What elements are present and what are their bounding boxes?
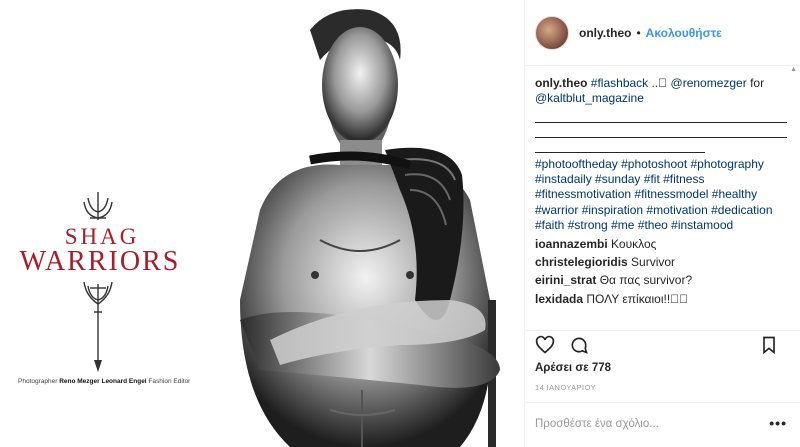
comments-list[interactable]: only.theo #flashback ..⃞ @renomezger for… <box>535 76 787 328</box>
magazine-title-line2: WARRIORS <box>19 246 181 277</box>
hashtag-link[interactable]: #fitnessmodel <box>634 187 708 201</box>
hashtag-link[interactable]: #fitnessmotivation <box>535 187 631 201</box>
hashtag-link[interactable]: #sunday <box>595 172 640 186</box>
hashtag-link[interactable]: #instadaily <box>535 172 592 186</box>
hashtag-link[interactable]: #fit <box>644 172 660 186</box>
hashtag-link[interactable]: #warrior <box>535 203 578 217</box>
hashtag-flashback[interactable]: #flashback <box>591 76 648 90</box>
header-separator: • <box>636 25 641 40</box>
mention-renomezger[interactable]: @renomezger <box>671 76 747 90</box>
instagram-post: SHAG WARRIORS Photographer Reno Mezger L… <box>0 0 800 447</box>
comment-row: ioannazembi Κουκλος <box>535 237 787 252</box>
comment-row: eirini_strat Θα πας survivor? <box>535 273 787 288</box>
caption-username[interactable]: only.theo <box>535 76 587 90</box>
post-date: 14 ΙΑΝΟΥΑΡΙΟΥ <box>535 383 596 392</box>
credit-name-photographer: Reno Mezger <box>59 378 100 385</box>
post-side-panel: only.theo • Ακολουθήστε only.theo #flash… <box>524 0 800 447</box>
comment-username[interactable]: lexidada <box>535 292 583 306</box>
divider-line <box>535 138 705 153</box>
more-options-button[interactable]: ••• <box>769 415 787 431</box>
post-caption: only.theo #flashback ..⃞ @renomezger for… <box>535 76 787 233</box>
hashtag-link[interactable]: #photography <box>691 157 764 171</box>
header-username[interactable]: only.theo <box>579 26 631 40</box>
hashtag-link[interactable]: #healthy <box>712 187 757 201</box>
avatar[interactable] <box>535 15 569 50</box>
comment-text: Κουκλος <box>611 236 657 251</box>
comment-text: ΠΟΛΥ επίκαιοι!!⃞⃞ <box>586 291 689 306</box>
hashtag-link[interactable]: #me <box>611 218 634 232</box>
hashtag-link[interactable]: #faith <box>535 218 564 232</box>
bookmark-icon[interactable] <box>759 335 779 355</box>
caption-text-for: for <box>746 76 765 90</box>
hashtag-link[interactable]: #instamood <box>671 218 733 232</box>
comment-rows: ioannazembi Κουκλος christelegioridis Sur… <box>535 237 787 307</box>
comment-text: Θα πας survivor? <box>599 273 693 288</box>
credit-name-editor: Leonard Engel <box>101 378 147 385</box>
warrior-emblem-icon <box>83 192 113 372</box>
post-photo[interactable]: SHAG WARRIORS Photographer Reno Mezger L… <box>0 0 524 447</box>
hashtag-link[interactable]: #photooftheday <box>535 157 618 171</box>
comment-text: Survivor <box>631 255 676 270</box>
hashtag-link[interactable]: #fitness <box>663 172 704 186</box>
mention-kaltblut[interactable]: @kaltblut_magazine <box>535 91 644 105</box>
like-count[interactable]: Αρέσει σε 778 <box>535 362 611 374</box>
follow-button[interactable]: Ακολουθήστε <box>646 26 722 40</box>
hashtag-link[interactable]: #strong <box>568 218 608 232</box>
comment-input[interactable] <box>535 415 755 433</box>
caption-text: ..⃞ <box>648 76 671 90</box>
hashtag-list: #photooftheday #photoshoot #photography … <box>535 157 773 232</box>
divider-line <box>535 107 787 123</box>
comment-username[interactable]: christelegioridis <box>535 255 628 269</box>
hashtag-link[interactable]: #theo <box>638 218 668 232</box>
comment-row: lexidada ΠΟΛΥ επίκαιοι!!⃞⃞ <box>535 292 787 307</box>
comment-row: christelegioridis Survivor <box>535 255 787 270</box>
divider-line <box>535 123 787 138</box>
hashtag-link[interactable]: #dedication <box>711 203 772 217</box>
comment-icon[interactable] <box>569 335 589 355</box>
action-bar <box>525 330 800 358</box>
hashtag-link[interactable]: #inspiration <box>582 203 643 217</box>
heart-icon[interactable] <box>535 335 555 355</box>
credit-label-photographer: Photographer <box>18 378 58 385</box>
hashtag-link[interactable]: #motivation <box>646 203 707 217</box>
comment-username[interactable]: eirini_strat <box>535 273 596 287</box>
caption-divider <box>535 107 787 153</box>
scroll-up-arrow-icon[interactable]: ▲ <box>790 66 797 73</box>
hashtag-link[interactable]: #photoshoot <box>621 157 687 171</box>
credit-label-editor: Fashion Editor <box>148 378 191 385</box>
model-figure-image <box>240 9 500 447</box>
add-comment-bar: ••• <box>525 402 800 447</box>
photo-credit: Photographer Reno Mezger Leonard Engel F… <box>18 378 218 385</box>
post-header: only.theo • Ακολουθήστε <box>525 0 800 66</box>
comment-username[interactable]: ioannazembi <box>535 237 608 251</box>
